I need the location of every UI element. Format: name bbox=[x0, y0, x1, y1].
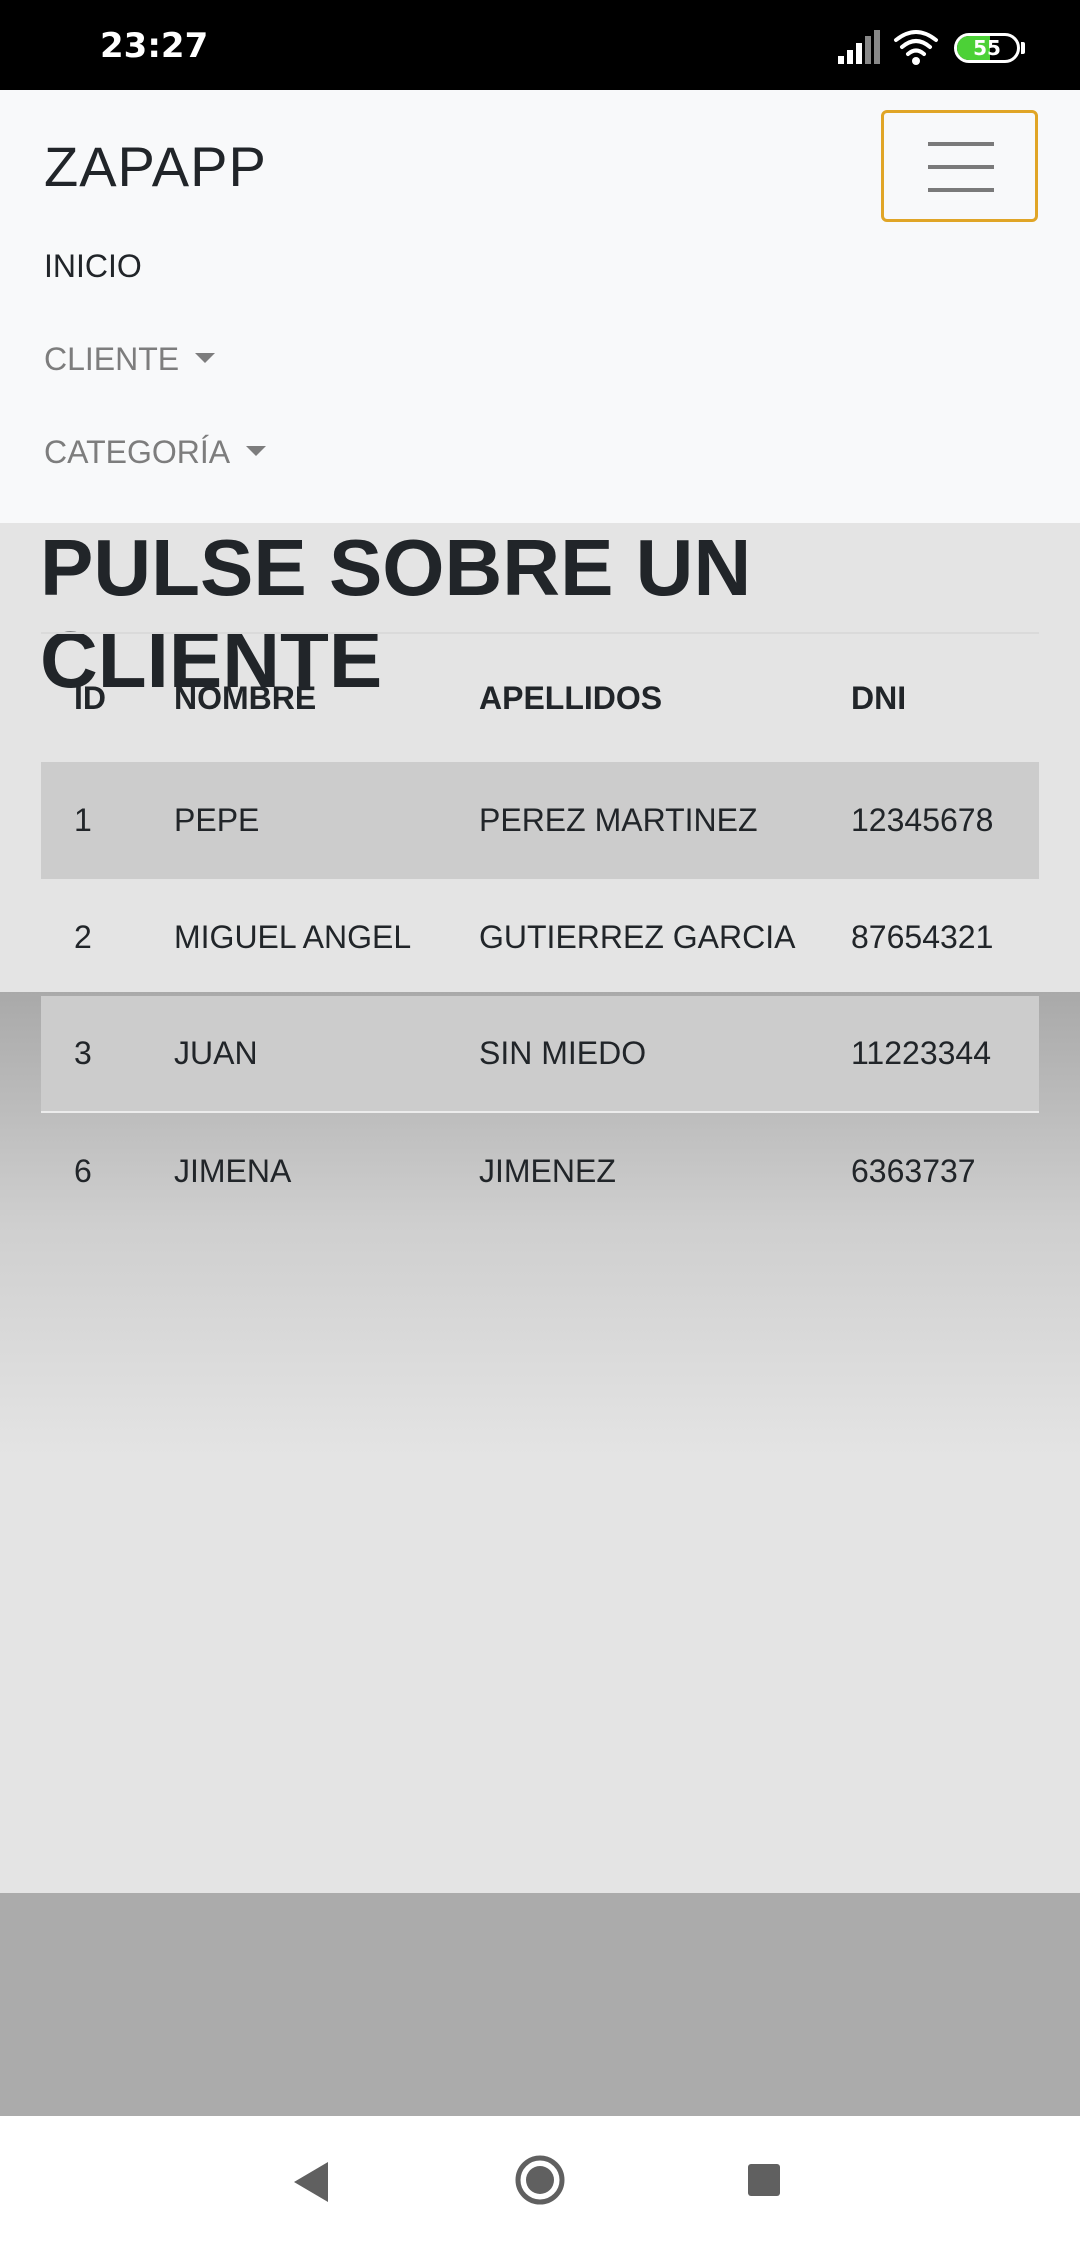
background-footer-band bbox=[0, 1893, 1080, 2116]
back-icon[interactable] bbox=[292, 2160, 332, 2204]
nav-item-label: CATEGORÍA bbox=[44, 434, 231, 470]
column-header-apellidos: APELLIDOS bbox=[479, 679, 663, 716]
cell-nombre: JUAN bbox=[174, 1035, 258, 1071]
nav-item-label: INICIO bbox=[44, 248, 142, 284]
cell-id: 3 bbox=[74, 1035, 92, 1071]
column-header-nombre: NOMBRE bbox=[174, 679, 317, 716]
table-row[interactable]: 1 PEPE PEREZ MARTINEZ 12345678 bbox=[41, 762, 1039, 879]
caret-down-icon bbox=[246, 445, 267, 456]
navbar: ZAPAPP INICIO CLIENTE CATEGORÍA bbox=[0, 90, 1080, 523]
cell-dni: 6363737 bbox=[851, 1153, 976, 1189]
clients-table: ID NOMBRE APELLIDOS DNI 1 PEPE PEREZ MAR… bbox=[41, 632, 1039, 1230]
cell-apellidos: PEREZ MARTINEZ bbox=[479, 802, 758, 838]
table-header-row: ID NOMBRE APELLIDOS DNI bbox=[41, 634, 1039, 762]
cell-apellidos: GUTIERREZ GARCIA bbox=[479, 919, 796, 955]
cell-apellidos: SIN MIEDO bbox=[479, 1035, 647, 1071]
cell-dni: 87654321 bbox=[851, 919, 994, 955]
nav-item-categoria[interactable]: CATEGORÍA bbox=[44, 434, 267, 471]
table-row[interactable]: 2 MIGUEL ANGEL GUTIERREZ GARCIA 87654321 bbox=[41, 879, 1039, 996]
cell-nombre: JIMENA bbox=[174, 1153, 292, 1189]
cell-id: 2 bbox=[74, 919, 92, 955]
cell-id: 1 bbox=[74, 802, 92, 838]
status-bar: 23:27 55 bbox=[0, 0, 1080, 90]
column-header-dni: DNI bbox=[851, 679, 907, 716]
home-icon[interactable] bbox=[514, 2154, 566, 2206]
signal-icon bbox=[838, 30, 880, 64]
status-time: 23:27 bbox=[100, 26, 209, 66]
cell-nombre: PEPE bbox=[174, 802, 260, 838]
brand-logo[interactable]: ZAPAPP bbox=[44, 134, 267, 199]
wifi-icon bbox=[894, 30, 938, 65]
cell-id: 6 bbox=[74, 1153, 92, 1189]
nav-item-label: CLIENTE bbox=[44, 341, 180, 377]
hamburger-icon bbox=[928, 142, 994, 146]
battery-icon: 55 bbox=[954, 33, 1020, 63]
menu-toggle-button[interactable] bbox=[881, 110, 1038, 222]
cell-dni: 12345678 bbox=[851, 802, 994, 838]
nav-item-cliente[interactable]: CLIENTE bbox=[44, 341, 216, 378]
table-row[interactable]: 6 JIMENA JIMENEZ 6363737 bbox=[41, 1113, 1039, 1230]
system-navigation-bar bbox=[0, 2116, 1080, 2246]
cell-apellidos: JIMENEZ bbox=[479, 1153, 616, 1189]
cell-nombre: MIGUEL ANGEL bbox=[174, 919, 412, 955]
caret-down-icon bbox=[195, 352, 216, 363]
nav-item-inicio[interactable]: INICIO bbox=[44, 248, 142, 285]
table-row[interactable]: 3 JUAN SIN MIEDO 11223344 bbox=[41, 996, 1039, 1113]
column-header-id: ID bbox=[74, 679, 106, 716]
cell-dni: 11223344 bbox=[851, 1035, 991, 1071]
recents-icon[interactable] bbox=[748, 2164, 780, 2196]
battery-level: 55 bbox=[973, 36, 1001, 60]
